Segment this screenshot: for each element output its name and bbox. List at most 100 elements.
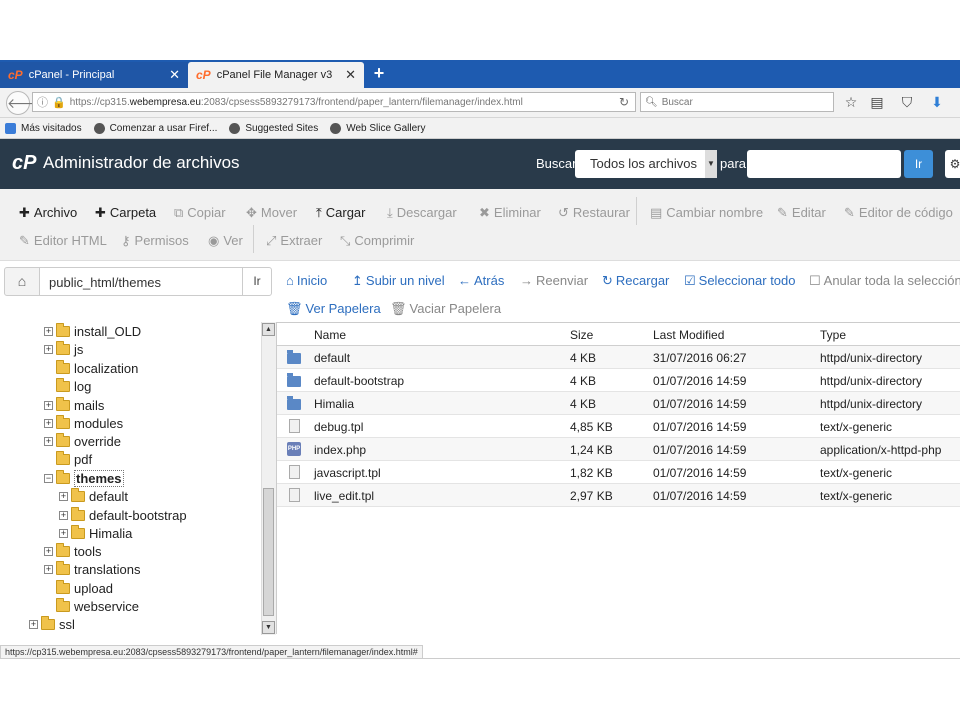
table-row[interactable]: javascript.tpl 1,82 KB 01/07/2016 14:59 … — [277, 461, 960, 484]
tree-item-modules[interactable]: + modules — [44, 414, 123, 432]
back-button[interactable]: 🡐 — [6, 91, 45, 115]
tree-item-js[interactable]: + js — [44, 340, 83, 358]
key-icon: ⚷ — [121, 233, 131, 248]
expand-icon[interactable]: + — [44, 436, 53, 446]
arrow-left-icon: ← — [458, 273, 471, 288]
browser-tab-cpanel-principal[interactable]: cP cPanel - Principal ✕ — [0, 62, 188, 88]
new-file-button[interactable]: ✚ Archivo — [19, 205, 77, 221]
empty-trash-link[interactable]: 🗑︎ Vaciar Papelera — [390, 301, 501, 317]
table-row[interactable]: Himalia 4 KB 01/07/2016 14:59 httpd/unix… — [277, 392, 960, 415]
home-link[interactable]: ⌂ Inicio — [286, 273, 327, 288]
bookmark-getting-started[interactable]: Comenzar a usar Firef... — [93, 122, 217, 134]
download-icon[interactable]: ⬇ — [928, 93, 946, 111]
tree-item-upload[interactable]: upload — [44, 579, 113, 597]
tab-label: cPanel - Principal — [28, 69, 115, 81]
expand-icon[interactable]: + — [29, 619, 38, 629]
search-input[interactable] — [747, 150, 901, 178]
compress-button[interactable]: ⤡ Comprimir — [340, 233, 414, 249]
file-type: httpd/unix-directory — [820, 351, 923, 365]
table-row[interactable]: PHP index.php 1,24 KB 01/07/2016 14:59 a… — [277, 438, 960, 461]
expand-icon[interactable]: + — [59, 528, 68, 538]
tree-item-install-old[interactable]: + install_OLD — [44, 322, 141, 340]
expand-icon[interactable]: + — [44, 564, 53, 574]
collapse-icon[interactable]: − — [44, 473, 53, 483]
tree-item-pdf[interactable]: pdf — [44, 450, 92, 468]
expand-icon[interactable]: + — [44, 546, 53, 556]
expand-icon[interactable]: + — [44, 326, 53, 336]
forward-link[interactable]: → Reenviar — [520, 273, 588, 288]
column-header-size[interactable]: Size — [570, 328, 593, 342]
cpanel-icon: cP — [8, 68, 23, 82]
tree-item-override[interactable]: + override — [44, 432, 121, 450]
tree-item-himalia[interactable]: + Himalia — [59, 524, 132, 542]
extract-button[interactable]: ⤢ Extraer — [266, 233, 322, 249]
pocket-icon[interactable]: ⛉ — [898, 93, 916, 111]
scroll-up-arrow-icon[interactable]: ▲ — [262, 323, 275, 336]
column-header-last-modified[interactable]: Last Modified — [653, 328, 724, 342]
path-go-button[interactable]: Ir — [242, 267, 272, 296]
table-row[interactable]: default 4 KB 31/07/2016 06:27 httpd/unix… — [277, 346, 960, 369]
reading-list-icon[interactable]: ▤ — [868, 93, 886, 111]
expand-icon[interactable]: + — [44, 418, 53, 428]
tree-item-localization[interactable]: localization — [44, 359, 138, 377]
new-folder-button[interactable]: ✚ Carpeta — [95, 205, 156, 221]
bookmark-most-visited[interactable]: Más visitados — [5, 122, 82, 134]
select-all-link[interactable]: ☑ Seleccionar todo — [684, 273, 796, 289]
expand-icon[interactable]: + — [44, 344, 53, 354]
reload-link[interactable]: ↻ Recargar — [602, 273, 669, 289]
download-button[interactable]: ⤓ Descargar — [387, 205, 457, 221]
view-button[interactable]: ◉ Ver — [208, 233, 243, 249]
expand-icon[interactable]: + — [59, 510, 68, 520]
column-header-name[interactable]: Name — [314, 328, 346, 342]
new-tab-button[interactable]: + — [368, 62, 390, 84]
upload-button[interactable]: ⤒ Cargar — [316, 205, 366, 221]
file-type: text/x-generic — [820, 466, 893, 480]
bookmark-star-icon[interactable]: ☆ — [842, 93, 860, 111]
table-row[interactable]: default-bootstrap 4 KB 01/07/2016 14:59 … — [277, 369, 960, 392]
home-button[interactable]: ⌂ — [4, 267, 40, 296]
search-go-button[interactable]: Ir — [904, 150, 933, 178]
info-icon[interactable]: ⓘ — [37, 94, 48, 110]
expand-icon[interactable]: + — [59, 491, 68, 501]
restore-button[interactable]: ↺ Restaurar — [558, 205, 630, 221]
back-link[interactable]: ← Atrás — [458, 273, 504, 288]
settings-button[interactable]: ⚙ — [945, 150, 960, 178]
bookmark-suggested-sites[interactable]: Suggested Sites — [229, 122, 318, 134]
close-tab-icon[interactable]: ✕ — [345, 67, 356, 83]
tree-item-translations[interactable]: + translations — [44, 560, 140, 578]
unselect-all-link[interactable]: ☐ Anular toda la selección — [809, 273, 960, 289]
address-bar[interactable]: ⓘ 🔒 https://cp315. webempresa.eu:2083/cps… — [32, 92, 636, 112]
tree-item-ssl[interactable]: + ssl — [29, 615, 75, 633]
reload-icon[interactable]: ↻ — [619, 95, 629, 109]
tree-item-webservice[interactable]: webservice — [44, 597, 139, 615]
search-scope-select[interactable]: Todos los archivos ▼ — [575, 150, 717, 178]
html-editor-button[interactable]: ✎ Editor HTML — [19, 233, 107, 249]
tree-item-log[interactable]: log — [44, 377, 91, 395]
tree-item-default[interactable]: + default — [59, 487, 128, 505]
tree-item-themes[interactable]: − themes — [44, 469, 124, 487]
table-row[interactable]: debug.tpl 4,85 KB 01/07/2016 14:59 text/… — [277, 415, 960, 438]
view-trash-link[interactable]: 🗑︎ Ver Papelera — [286, 301, 381, 317]
tree-item-tools[interactable]: + tools — [44, 542, 101, 560]
table-row[interactable]: live_edit.tpl 2,97 KB 01/07/2016 14:59 t… — [277, 484, 960, 507]
tree-item-default-bootstrap[interactable]: + default-bootstrap — [59, 506, 187, 524]
permissions-button[interactable]: ⚷ Permisos — [121, 233, 189, 249]
close-tab-icon[interactable]: ✕ — [169, 67, 180, 83]
scroll-down-arrow-icon[interactable]: ▼ — [262, 621, 275, 634]
rename-button[interactable]: ▤ Cambiar nombre — [650, 205, 763, 221]
path-input[interactable]: public_html/themes — [39, 267, 243, 296]
expand-icon[interactable]: + — [44, 400, 53, 410]
scrollbar-thumb[interactable] — [263, 488, 274, 616]
up-one-level-link[interactable]: ↥ Subir un nivel — [352, 273, 445, 289]
move-button[interactable]: ✥ Mover — [246, 205, 297, 221]
bookmark-web-slice-gallery[interactable]: Web Slice Gallery — [330, 122, 426, 134]
edit-button[interactable]: ✎ Editar — [777, 205, 826, 221]
tree-item-mails[interactable]: + mails — [44, 396, 104, 414]
code-editor-button[interactable]: ✎ Editor de código — [844, 205, 953, 221]
browser-search-input[interactable]: 🔍︎ Buscar — [640, 92, 834, 112]
delete-button[interactable]: ✖ Eliminar — [479, 205, 541, 221]
file-name: index.php — [314, 443, 367, 457]
copy-button[interactable]: ⧉ Copiar — [174, 205, 226, 221]
browser-tab-file-manager[interactable]: cP cPanel File Manager v3 ✕ — [188, 62, 364, 88]
column-header-type[interactable]: Type — [820, 328, 846, 342]
